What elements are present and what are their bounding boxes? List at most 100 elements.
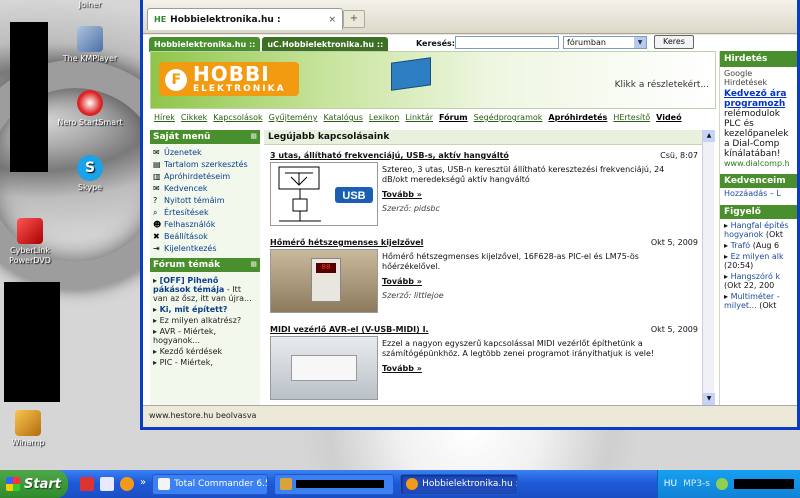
nav-cikkek[interactable]: Cikkek <box>181 113 207 126</box>
nav-linktar[interactable]: Linktár <box>405 113 433 126</box>
search-scope-select[interactable]: fórumban ▼ <box>563 36 647 49</box>
more-icon[interactable]: » <box>140 477 146 491</box>
banner-click-text[interactable]: Klikk a részletekért... <box>615 80 709 90</box>
my-menu-header: Saját menü ▦ <box>150 130 260 144</box>
watch-item[interactable]: ▸ Hangfal építés hogyanok (Okt <box>720 221 797 239</box>
menu-item-notifications[interactable]: ⌕ Értesítések <box>153 208 257 218</box>
quick-launch-app-icon[interactable] <box>80 477 94 491</box>
desktop-icon-kmplayer[interactable]: The KMPlayer <box>50 26 130 64</box>
read-more-link[interactable]: Tovább » <box>382 364 422 373</box>
forint-coin-icon: ₣ <box>165 69 187 91</box>
site-banner[interactable]: ₣ HOBBI ELEKTRONIKA Klikk a részletekért… <box>150 51 716 109</box>
tray-text[interactable]: MP3-s <box>683 479 710 489</box>
article-date: Okt 5, 2009 <box>650 238 698 247</box>
nav-kapcsolasok[interactable]: Kapcsolások <box>213 113 262 126</box>
article-thumbnail[interactable]: USB <box>270 162 378 226</box>
menu-item-open-topics[interactable]: ? Nyitott témáim <box>153 196 257 206</box>
taskbar-button-total-commander[interactable]: Total Commander 6.5... <box>152 473 269 495</box>
add-favorite-link[interactable]: Hozzáadás – L <box>720 188 797 199</box>
winamp-icon <box>15 410 41 436</box>
nav-katalogus[interactable]: Katalógus <box>323 113 362 126</box>
web-page: Hobbielektronika.hu :: uC.Hobbielektroni… <box>143 35 797 405</box>
menu-item-logout[interactable]: ⇥ Kijelentkezés <box>153 244 257 254</box>
close-tab-icon[interactable]: × <box>328 15 336 25</box>
watch-item[interactable]: ▸ Trafó (Aug 6 <box>720 241 797 250</box>
ad-url[interactable]: www.dialcomp.h <box>720 159 797 168</box>
watch-item-date: (Okt <box>765 230 784 239</box>
scroll-down-icon[interactable]: ▼ <box>703 393 715 405</box>
ad-title[interactable]: Kedvező ára programozh <box>720 89 797 109</box>
my-menu-title: Saját menü <box>153 132 211 142</box>
start-button[interactable]: Start <box>0 470 68 498</box>
chevron-down-icon: ▼ <box>634 37 646 48</box>
scroll-up-icon[interactable]: ▲ <box>703 130 715 142</box>
menu-item-favorites[interactable]: ✉ Kedvencek <box>153 184 257 194</box>
nav-forum[interactable]: Fórum <box>439 113 468 126</box>
menu-item-messages[interactable]: ✉ Üzenetek <box>153 148 257 158</box>
site-tab-main[interactable]: Hobbielektronika.hu :: <box>149 37 261 52</box>
browser-tab[interactable]: HE Hobbielektronika.hu : × <box>147 8 343 30</box>
forum-topic-title: Ki, mit épített? <box>159 305 228 314</box>
menu-item-my-ads[interactable]: ▥ Apróhirdetéseim <box>153 172 257 182</box>
nav-hirek[interactable]: Hírek <box>154 113 175 126</box>
watch-item[interactable]: ▸ Multiméter - milyet... (Okt <box>720 292 797 310</box>
desktop-icon-skype[interactable]: S Skype <box>50 155 130 193</box>
menu-item-users[interactable]: ☻ Felhasználók <box>153 220 257 230</box>
desktop-icon-winamp[interactable]: Winamp <box>0 410 68 448</box>
search-input[interactable] <box>455 36 559 49</box>
site-logo[interactable]: ₣ HOBBI ELEKTRONIKA <box>159 62 299 96</box>
users-icon: ☻ <box>153 220 162 229</box>
article-thumbnail[interactable] <box>270 336 378 400</box>
site-favicon-icon: HE <box>154 15 167 24</box>
site-tab-uc[interactable]: uC.Hobbielektronika.hu :: <box>262 37 389 52</box>
forum-topic[interactable]: ▸ Ez milyen alkatrész? <box>153 316 257 325</box>
forum-topic[interactable]: ▸ Kezdő kérdések <box>153 347 257 356</box>
menu-item-settings[interactable]: ✖ Beállítások <box>153 232 257 242</box>
nav-segedprogramok[interactable]: Segédprogramok <box>474 113 543 126</box>
nav-aprohirdetes[interactable]: Apróhirdetés <box>548 113 607 126</box>
desktop-icon-nero[interactable]: Nero StartSmart <box>50 90 130 128</box>
nav-gyujtemeny[interactable]: Gyűjtemény <box>269 113 318 126</box>
desktop-icon[interactable] <box>100 477 114 491</box>
total-commander-icon <box>158 478 171 490</box>
forum-topic[interactable]: ▸ [OFF] Pihenő pákások témája - Itt van … <box>153 276 257 303</box>
desktop-icon-joiner[interactable]: Joiner <box>50 0 130 10</box>
article-title[interactable]: 3 utas, állítható frekvenciájú, USB-s, a… <box>270 151 509 160</box>
google-ads-label[interactable]: Google Hirdetések <box>720 67 797 89</box>
midi-controller-image <box>291 355 357 381</box>
forum-topic[interactable]: ▸ AVR - Miértek, hogyanok... <box>153 327 257 345</box>
watch-item[interactable]: ▸ Hangszóró k (Okt 22, 200 <box>720 272 797 290</box>
article-date: Csü, 8:07 <box>660 151 698 160</box>
forum-topic[interactable]: ▸ PIC - Miértek, <box>153 358 257 367</box>
right-sidebar: Hirdetés Google Hirdetések Kedvező ára p… <box>719 51 797 405</box>
forum-topic[interactable]: ▸ Ki, mit épített? <box>153 305 257 314</box>
menu-item-content-edit[interactable]: ▤ Tartalom szerkesztés <box>153 160 257 170</box>
menu-item-label: Kedvencek <box>164 184 208 193</box>
desktop-icon-label: Skype <box>77 183 103 192</box>
taskbar-button-redacted[interactable] <box>274 473 395 495</box>
network-icon[interactable] <box>716 478 728 490</box>
desktop-icon-label: CyberLink PowerDVD <box>9 246 51 265</box>
menu-item-label: Felhasználók <box>164 220 216 229</box>
article-thumbnail[interactable]: 88 <box>270 249 378 313</box>
grip-icon[interactable]: ▦ <box>250 260 257 268</box>
article-title[interactable]: Hőmérő hétszegmenses kijelzővel <box>270 238 423 247</box>
nav-hertesito[interactable]: HErtesítő <box>613 113 650 126</box>
content-scrollbar[interactable]: ▲ ▼ <box>702 130 715 405</box>
article-title[interactable]: MIDI vezérlő AVR-el (V-USB-MIDI) I. <box>270 325 429 334</box>
read-more-link[interactable]: Tovább » <box>382 277 422 286</box>
search-button[interactable]: Keres <box>654 35 694 49</box>
grip-icon[interactable]: ▦ <box>250 132 257 140</box>
watch-item[interactable]: ▸ Ez milyen alk (20:54) <box>720 252 797 270</box>
nav-video[interactable]: Videó <box>656 113 681 126</box>
language-indicator[interactable]: HU <box>664 479 677 489</box>
taskbar-button-browser[interactable]: Hobbielektronika.hu :... <box>400 473 519 495</box>
read-more-link[interactable]: Tovább » <box>382 190 422 199</box>
firefox-icon[interactable] <box>120 477 134 491</box>
taskbar: Start » Total Commander 6.5... Hobbielek… <box>0 470 800 498</box>
watch-item-date: (20:54) <box>724 261 754 270</box>
kmplayer-icon <box>77 26 103 52</box>
nav-lexikon[interactable]: Lexikon <box>369 113 399 126</box>
new-tab-button[interactable]: + <box>343 10 365 28</box>
desktop-icon-powerdvd[interactable]: CyberLink PowerDVD <box>0 218 70 266</box>
